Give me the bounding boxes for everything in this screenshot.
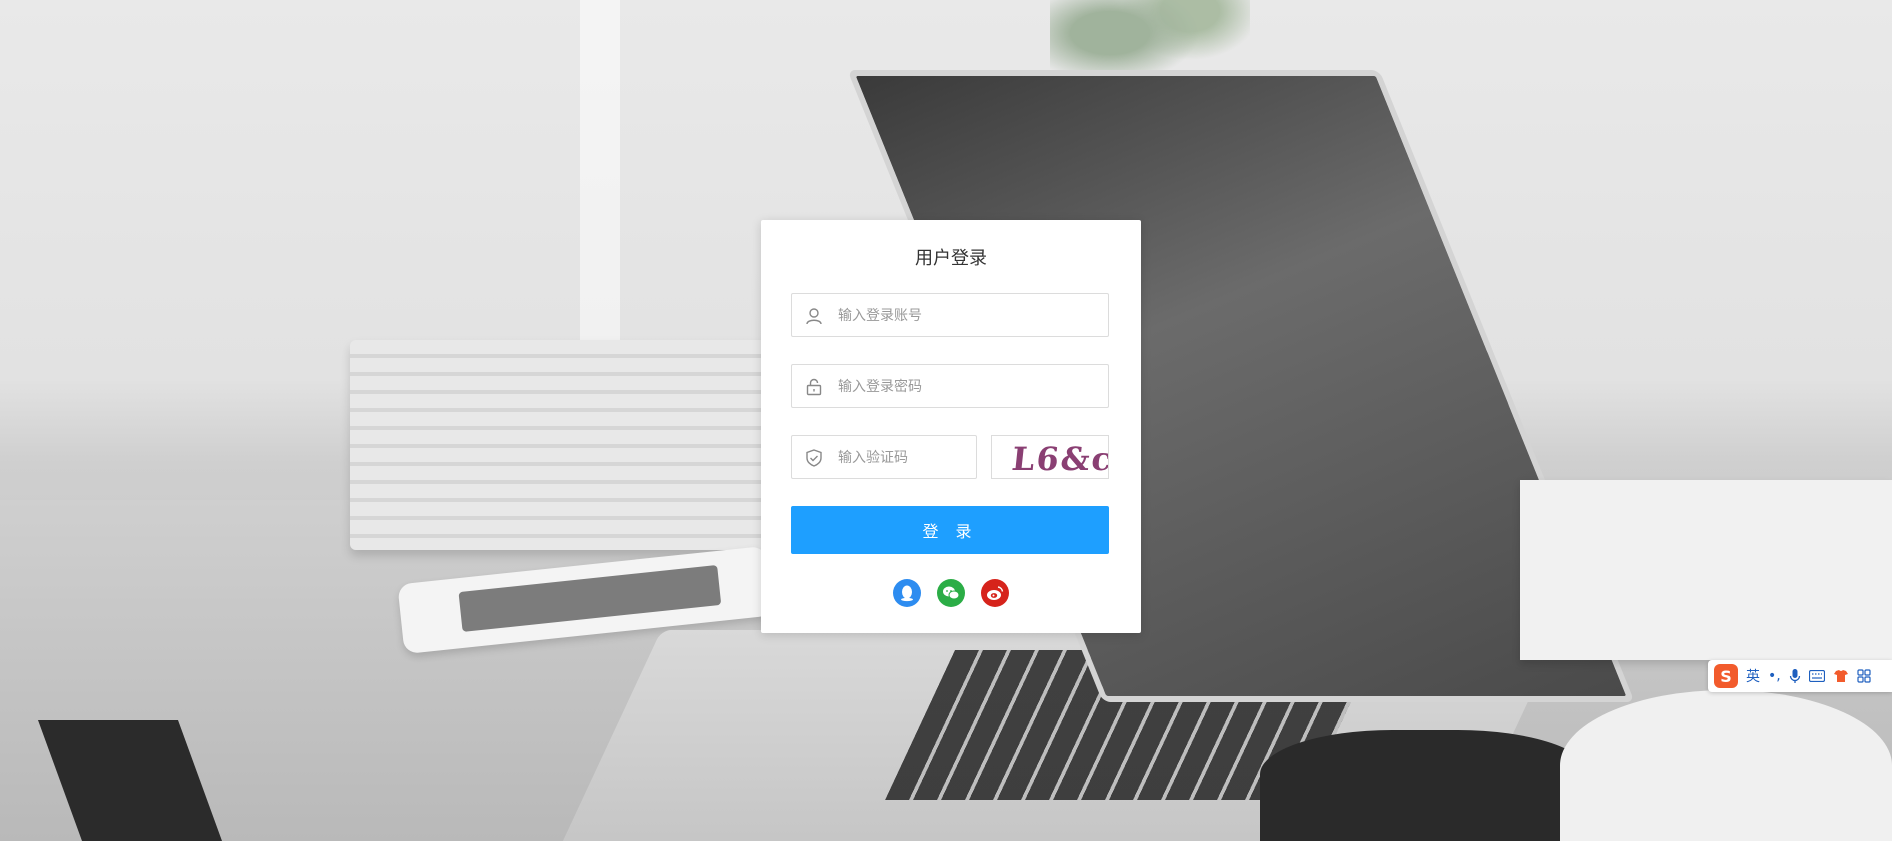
- box-stack: [1520, 480, 1892, 660]
- login-card: 用户登录 L6&c 登 录: [761, 220, 1141, 633]
- qq-icon: [901, 585, 913, 602]
- keyboard-icon[interactable]: [1808, 670, 1825, 682]
- weibo-login-button[interactable]: [981, 579, 1009, 607]
- toolbox-icon[interactable]: [1857, 669, 1871, 683]
- password-input[interactable]: [836, 365, 1100, 409]
- ime-punctuation[interactable]: •,: [1768, 668, 1781, 684]
- captcha-text: L6&c: [1010, 440, 1109, 478]
- social-login: [761, 579, 1141, 607]
- lock-icon: [806, 378, 822, 396]
- user-icon: [806, 308, 822, 325]
- ime-toolbar[interactable]: S 英 •,: [1708, 660, 1892, 692]
- username-field[interactable]: [791, 293, 1109, 338]
- book-stack: [350, 340, 770, 550]
- captcha-image[interactable]: L6&c: [991, 435, 1109, 479]
- skin-icon[interactable]: [1833, 668, 1849, 684]
- dark-object: [1260, 730, 1590, 841]
- password-field[interactable]: [791, 364, 1109, 409]
- weibo-icon: [987, 586, 1004, 600]
- sogou-logo-icon[interactable]: S: [1714, 664, 1738, 688]
- captcha-input[interactable]: [836, 436, 970, 480]
- wechat-icon: [943, 586, 960, 600]
- shield-check-icon: [806, 449, 822, 467]
- login-button[interactable]: 登 录: [791, 506, 1109, 554]
- wechat-login-button[interactable]: [937, 579, 965, 607]
- login-title: 用户登录: [915, 248, 987, 269]
- username-input[interactable]: [836, 294, 1100, 338]
- microphone-icon[interactable]: [1789, 668, 1801, 684]
- qq-login-button[interactable]: [893, 579, 921, 607]
- captcha-field[interactable]: [791, 435, 977, 480]
- ime-mode[interactable]: 英: [1746, 666, 1760, 686]
- cup: [1560, 690, 1892, 841]
